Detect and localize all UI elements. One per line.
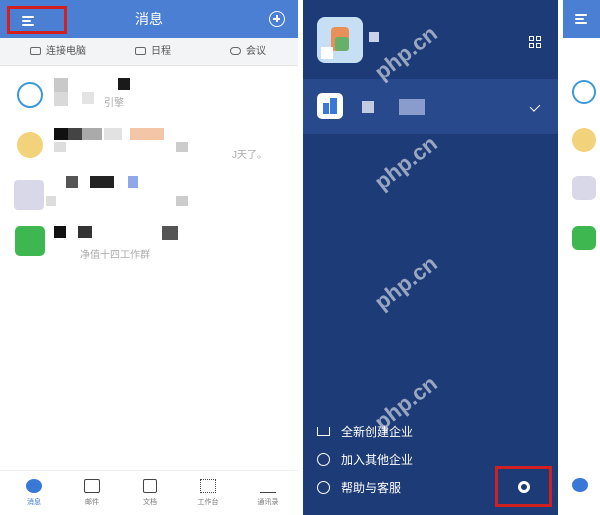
message-item[interactable]: 净值十四工作群: [0, 220, 298, 272]
message-snippet: 净值十四工作群: [80, 250, 150, 261]
nav-workbench-label: 工作台: [197, 499, 219, 506]
page-title: 消息: [135, 11, 163, 27]
bottom-nav: 消息 邮件 文档 工作台 通讯录: [0, 470, 298, 515]
gear-icon: [518, 481, 530, 493]
message-item[interactable]: [0, 170, 298, 222]
top-bar: 消息: [0, 0, 298, 38]
contact-avatar: [17, 132, 43, 158]
check-icon: [529, 101, 541, 112]
message-item[interactable]: 引擎: [0, 72, 298, 124]
chat-bubble-icon: [572, 478, 588, 492]
nav-contacts[interactable]: 通讯录: [246, 479, 290, 507]
connect-computer-label: 连接电脑: [46, 46, 86, 57]
nav-workbench[interactable]: 工作台: [186, 479, 230, 507]
house-icon: [317, 427, 330, 436]
qr-code-icon[interactable]: [529, 36, 541, 48]
monitor-icon: [30, 47, 41, 55]
schedule-label: 日程: [151, 46, 171, 57]
message-snippet: J天了。: [232, 150, 267, 161]
meeting-button[interactable]: 会议: [230, 38, 266, 66]
hamburger-icon: [575, 14, 587, 24]
cloud-meeting-icon: [230, 47, 241, 55]
group-avatar: [572, 226, 596, 250]
nav-mail[interactable]: 邮件: [70, 479, 114, 507]
speech-bubble-icon: [317, 481, 330, 494]
nav-docs[interactable]: 文档: [128, 479, 172, 507]
contact-avatar: [572, 80, 596, 104]
grid-icon: [200, 479, 216, 493]
contact-avatar: [572, 176, 596, 200]
create-org-label: 全新创建企业: [341, 425, 414, 439]
partial-top-bar: [563, 0, 600, 38]
group-avatar: [15, 226, 45, 256]
org-logo: [317, 93, 343, 119]
nav-mail-label: 邮件: [85, 499, 99, 506]
side-drawer: 全新创建企业 加入其他企业 帮助与客服: [303, 0, 558, 515]
plus-circle-icon: [317, 453, 330, 466]
connect-computer-button[interactable]: 连接电脑: [30, 38, 86, 66]
join-org-label: 加入其他企业: [341, 453, 414, 467]
chat-bubble-icon: [26, 479, 42, 493]
add-button[interactable]: [269, 11, 285, 27]
document-icon: [143, 479, 157, 493]
calendar-icon: [135, 47, 146, 55]
contact-avatar: [14, 180, 44, 210]
schedule-button[interactable]: 日程: [135, 38, 171, 66]
nav-docs-label: 文档: [143, 499, 157, 506]
user-avatar[interactable]: [317, 17, 363, 63]
contact-avatar: [17, 82, 43, 108]
partial-messages-screen: [563, 0, 600, 515]
current-org-row[interactable]: [303, 79, 558, 134]
messages-screen: 消息 连接电脑 日程 会议 引擎 J天了。 净值十四工作群 消息 邮件 文档 工…: [0, 0, 298, 515]
quick-actions-bar: 连接电脑 日程 会议: [0, 38, 298, 66]
settings-button[interactable]: [495, 466, 552, 507]
org-chart-icon: [260, 479, 276, 493]
message-snippet: 引擎: [104, 98, 124, 109]
message-item[interactable]: J天了。: [0, 122, 298, 174]
contact-avatar: [572, 128, 596, 152]
nav-messages[interactable]: 消息: [12, 479, 56, 507]
nav-messages-label: 消息: [27, 499, 41, 506]
mail-icon: [84, 479, 100, 493]
nav-contacts-label: 通讯录: [257, 499, 279, 506]
meeting-label: 会议: [246, 46, 266, 57]
help-label: 帮助与客服: [341, 481, 402, 495]
